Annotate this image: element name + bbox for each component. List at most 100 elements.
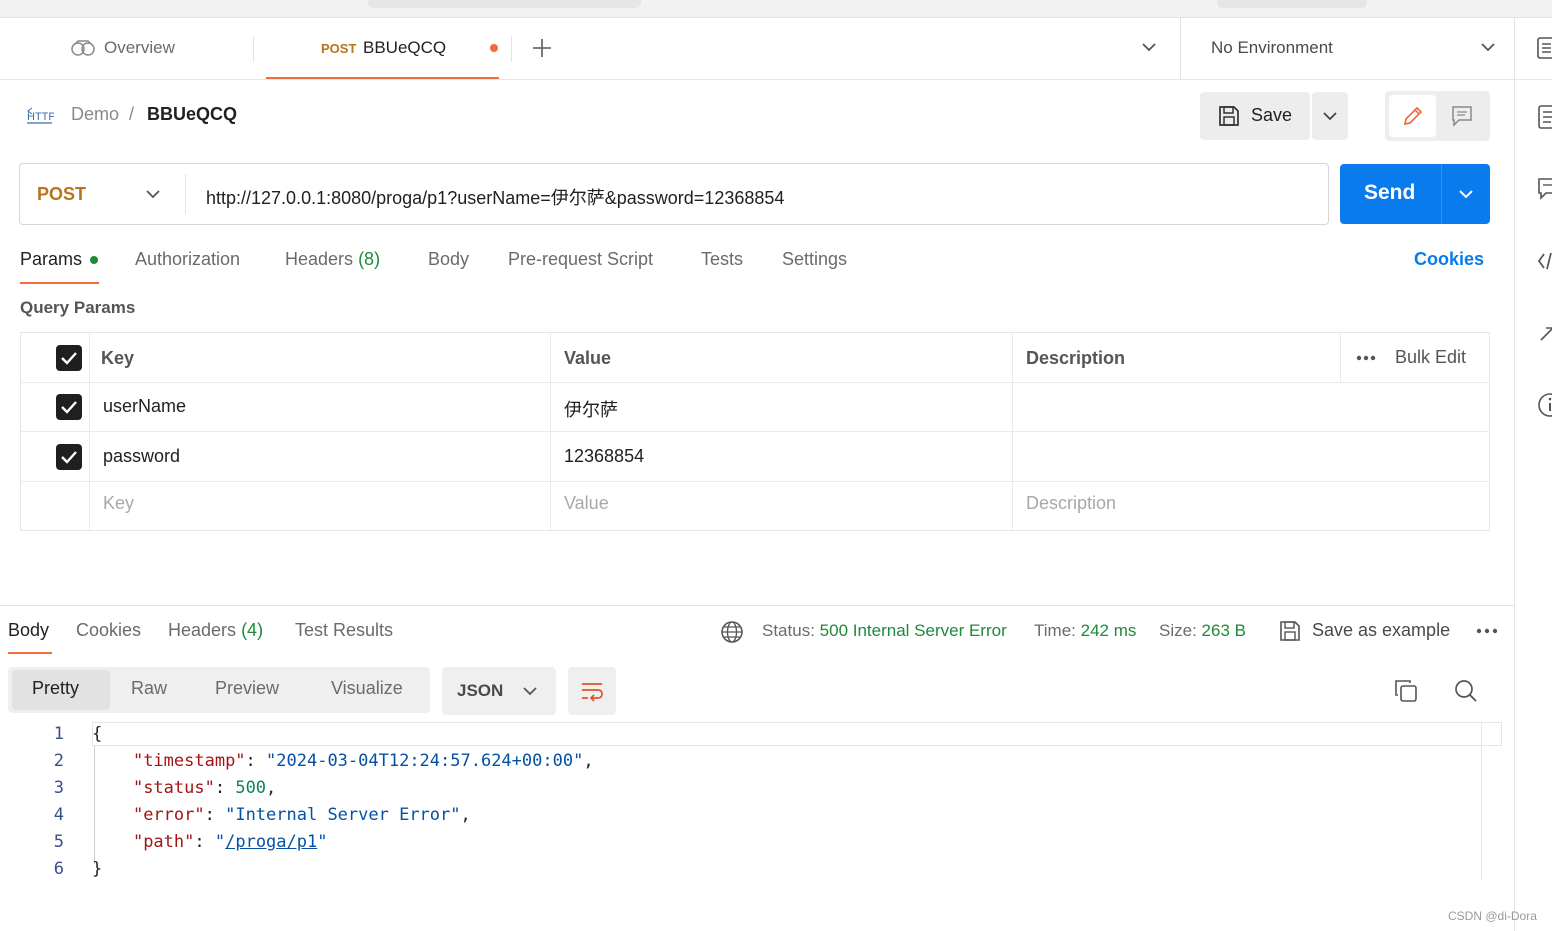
save-button[interactable]: Save bbox=[1200, 92, 1310, 140]
bulk-edit-button[interactable]: Bulk Edit bbox=[1395, 347, 1466, 368]
json-path-link[interactable]: /proga/p1 bbox=[225, 832, 317, 852]
view-visualize[interactable]: Visualize bbox=[331, 678, 403, 699]
response-more-options-icon[interactable] bbox=[1476, 628, 1498, 634]
environment-select[interactable]: No Environment bbox=[1211, 38, 1333, 58]
copy-icon[interactable] bbox=[1394, 679, 1418, 703]
method-url-divider bbox=[185, 174, 186, 214]
new-tab-plus-icon[interactable] bbox=[531, 37, 553, 59]
pencil-icon bbox=[1402, 105, 1424, 127]
tab-request-name: BBUeQCQ bbox=[363, 38, 447, 57]
documentation-icon[interactable] bbox=[1537, 104, 1552, 130]
line-number: 4 bbox=[53, 805, 64, 825]
code-line[interactable]: { bbox=[92, 724, 102, 744]
url-input[interactable]: http://127.0.0.1:8080/proga/p1?userName=… bbox=[206, 184, 784, 210]
chevron-down-icon bbox=[522, 686, 538, 696]
send-options-chevron-down-icon[interactable] bbox=[1458, 189, 1474, 199]
code-icon[interactable] bbox=[1537, 250, 1552, 272]
wrap-lines-icon bbox=[580, 680, 604, 702]
save-as-example-button[interactable]: Save as example bbox=[1312, 620, 1450, 641]
tab-overview[interactable]: Overview bbox=[70, 38, 175, 58]
globe-icon[interactable] bbox=[720, 620, 744, 644]
tab-separator bbox=[511, 36, 512, 62]
tab-headers[interactable]: Headers (8) bbox=[285, 249, 380, 270]
tab-tests[interactable]: Tests bbox=[701, 249, 743, 270]
info-icon[interactable] bbox=[1537, 392, 1552, 418]
response-tab-test-results[interactable]: Test Results bbox=[295, 620, 393, 641]
breadcrumb-collection[interactable]: Demo bbox=[71, 104, 119, 125]
response-view-segmented: Pretty Raw Preview Visualize bbox=[8, 667, 430, 713]
breadcrumb-separator: / bbox=[129, 104, 135, 124]
tab-headers-label: Headers bbox=[285, 249, 354, 269]
tabs-dropdown-chevron-down-icon[interactable] bbox=[1141, 42, 1157, 52]
param-value-cell[interactable]: 伊尔萨 bbox=[564, 396, 618, 422]
view-pretty[interactable]: Pretty bbox=[32, 678, 79, 699]
json-key: "timestamp" bbox=[132, 751, 246, 771]
view-preview[interactable]: Preview bbox=[215, 678, 279, 699]
code-line[interactable]: "path": "/proga/p1" bbox=[92, 832, 328, 852]
method-select[interactable]: POST bbox=[37, 184, 86, 205]
view-raw[interactable]: Raw bbox=[131, 678, 167, 699]
tab-authorization[interactable]: Authorization bbox=[135, 249, 240, 270]
overview-icon bbox=[70, 39, 96, 57]
tab-prerequest-script[interactable]: Pre-request Script bbox=[508, 249, 653, 270]
tab-params[interactable]: Params bbox=[20, 249, 98, 270]
cookies-link[interactable]: Cookies bbox=[1414, 249, 1484, 270]
comment-icon[interactable] bbox=[1451, 105, 1473, 127]
save-example-icon[interactable] bbox=[1278, 619, 1302, 643]
tab-settings[interactable]: Settings bbox=[782, 249, 847, 270]
tab-request-active[interactable]: POST BBUeQCQ bbox=[266, 18, 499, 79]
send-button[interactable]: Send bbox=[1364, 181, 1415, 205]
param-key-cell[interactable]: userName bbox=[103, 396, 186, 417]
unsaved-dot-icon bbox=[490, 44, 498, 52]
params-tab-underline bbox=[20, 282, 99, 284]
status-value: 500 Internal Server Error bbox=[819, 621, 1007, 640]
method-chevron-down-icon[interactable] bbox=[145, 189, 161, 199]
time-info[interactable]: Time: 242 ms bbox=[1034, 621, 1136, 641]
scrollbar-track[interactable] bbox=[1481, 722, 1482, 880]
tab-separator bbox=[253, 36, 254, 62]
related-collections-icon[interactable] bbox=[1537, 320, 1552, 344]
response-tab-headers[interactable]: Headers (4) bbox=[168, 620, 263, 641]
environment-quick-look-icon[interactable] bbox=[1537, 37, 1552, 59]
edit-mode-button[interactable] bbox=[1389, 95, 1436, 137]
environment-chevron-down-icon[interactable] bbox=[1480, 42, 1496, 52]
row-divider bbox=[21, 382, 1489, 383]
response-divider[interactable] bbox=[0, 605, 1514, 606]
search-icon[interactable] bbox=[1454, 679, 1478, 703]
format-select[interactable]: JSON bbox=[442, 667, 556, 715]
new-param-description-input[interactable]: Description bbox=[1026, 493, 1116, 514]
json-key: "error" bbox=[132, 805, 205, 825]
params-active-dot-icon bbox=[90, 256, 98, 264]
top-search-pill[interactable] bbox=[368, 0, 641, 8]
column-header-value: Value bbox=[564, 348, 612, 368]
col-divider bbox=[550, 333, 551, 530]
code-line[interactable]: "timestamp": "2024-03-04T12:24:57.624+00… bbox=[92, 751, 594, 771]
size-label: Size: bbox=[1159, 621, 1197, 640]
status-info[interactable]: Status: 500 Internal Server Error bbox=[762, 621, 1007, 641]
param-row-checkbox[interactable] bbox=[56, 444, 82, 470]
more-options-icon[interactable] bbox=[1356, 355, 1376, 361]
save-options-button[interactable] bbox=[1312, 92, 1348, 140]
breadcrumb-request-name[interactable]: BBUeQCQ bbox=[147, 104, 237, 125]
line-number: 2 bbox=[53, 751, 64, 771]
param-key-cell[interactable]: password bbox=[103, 446, 180, 467]
param-value-cell[interactable]: 12368854 bbox=[564, 446, 644, 467]
wrap-lines-button[interactable] bbox=[568, 667, 616, 715]
code-line[interactable]: } bbox=[92, 859, 102, 879]
code-line[interactable]: "status": 500, bbox=[92, 778, 276, 798]
status-label: Status: bbox=[762, 621, 815, 640]
active-line-highlight bbox=[92, 722, 1502, 746]
tab-body[interactable]: Body bbox=[428, 249, 469, 270]
line-number: 5 bbox=[53, 832, 64, 852]
new-param-key-input[interactable]: Key bbox=[103, 493, 134, 514]
top-pill[interactable] bbox=[1217, 0, 1367, 8]
http-icon: HTTP bbox=[26, 104, 54, 128]
size-info[interactable]: Size: 263 B bbox=[1159, 621, 1246, 641]
code-line[interactable]: "error": "Internal Server Error", bbox=[92, 805, 471, 825]
response-tab-body[interactable]: Body bbox=[8, 620, 49, 641]
select-all-checkbox[interactable] bbox=[56, 345, 82, 371]
new-param-value-input[interactable]: Value bbox=[564, 493, 609, 514]
param-row-checkbox[interactable] bbox=[56, 394, 82, 420]
comments-icon[interactable] bbox=[1537, 176, 1552, 200]
response-tab-cookies[interactable]: Cookies bbox=[76, 620, 141, 641]
